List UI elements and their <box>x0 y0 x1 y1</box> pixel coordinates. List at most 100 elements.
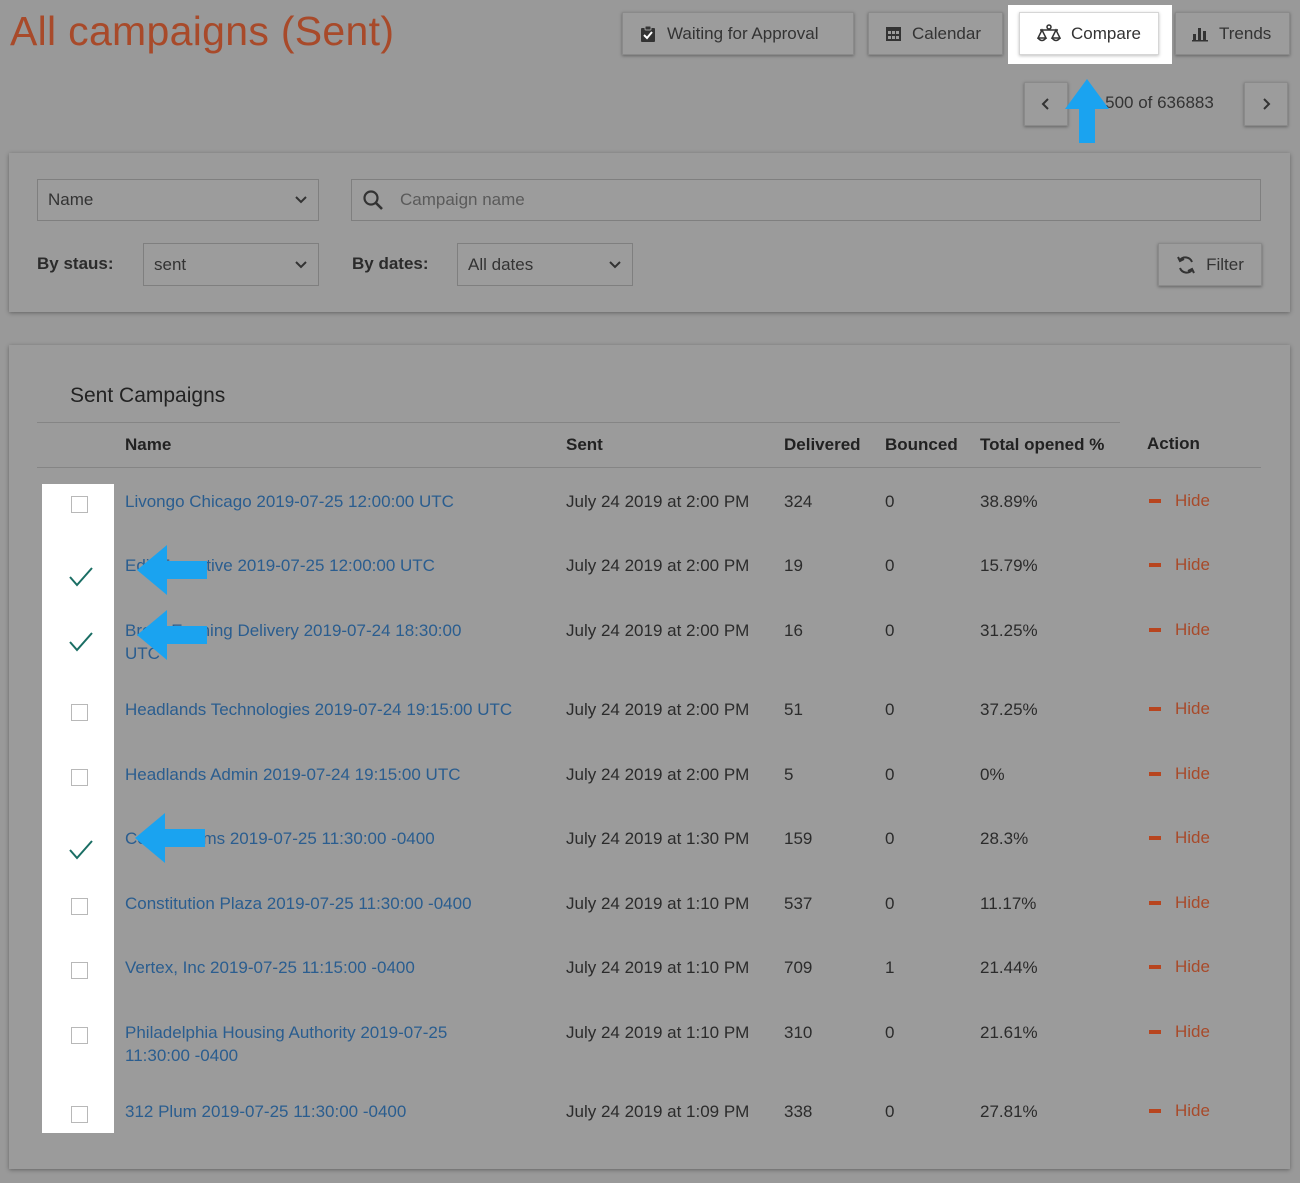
bounced-count: 0 <box>885 1102 895 1121</box>
status-select[interactable]: sent <box>143 243 319 286</box>
field-select-value: Name <box>48 190 94 209</box>
campaign-name-link[interactable]: 312 Plum 2019-07-25 11:30:00 -0400 <box>125 1100 545 1123</box>
row-checkbox[interactable] <box>71 1106 88 1123</box>
hide-button[interactable]: Hide <box>1149 957 1210 977</box>
opened-percent: 37.25% <box>980 700 1038 719</box>
chevron-down-icon <box>295 196 307 204</box>
sent-date: July 24 2019 at 1:10 PM <box>566 1023 750 1042</box>
campaign-name-line1: Headlands Technologies 2019-07-24 19:15:… <box>125 700 513 719</box>
filter-button[interactable]: Filter <box>1158 243 1262 286</box>
annotation-arrow-left <box>137 545 207 595</box>
checked-icon[interactable] <box>68 839 94 861</box>
sent-date: July 24 2019 at 2:00 PM <box>566 700 750 719</box>
bounced-count: 0 <box>885 621 895 640</box>
compare-label: Compare <box>1071 23 1141 43</box>
pager-prev-button[interactable] <box>1024 82 1068 126</box>
minus-icon <box>1149 772 1161 776</box>
delivered-count: 159 <box>784 829 813 848</box>
sent-date: July 24 2019 at 2:00 PM <box>566 556 750 575</box>
hide-button[interactable]: Hide <box>1149 764 1210 784</box>
campaign-name-link[interactable]: Headlands Technologies 2019-07-24 19:15:… <box>125 698 545 721</box>
pager-next-button[interactable] <box>1244 82 1288 126</box>
waiting-for-approval-button[interactable]: Waiting for Approval <box>622 12 854 55</box>
dates-label: By dates: <box>352 254 429 273</box>
delivered-count: 338 <box>784 1102 813 1121</box>
minus-icon <box>1149 1030 1161 1034</box>
row-checkbox[interactable] <box>71 898 88 915</box>
col-header-name: Name <box>125 435 172 454</box>
col-header-opened: Total opened % <box>980 435 1105 454</box>
calendar-button[interactable]: Calendar <box>868 12 1003 55</box>
minus-icon <box>1149 1109 1161 1113</box>
compare-button[interactable]: Compare <box>1019 12 1159 55</box>
minus-icon <box>1149 965 1161 969</box>
delivered-count: 537 <box>784 894 813 913</box>
dates-select-value: All dates <box>468 254 534 274</box>
col-header-sent: Sent <box>566 435 603 454</box>
minus-icon <box>1149 499 1161 503</box>
bounced-count: 0 <box>885 894 895 913</box>
campaign-name-link[interactable]: Constitution Plaza 2019-07-25 11:30:00 -… <box>125 892 545 915</box>
dates-select[interactable]: All dates <box>457 243 633 286</box>
delivered-count: 709 <box>784 958 813 977</box>
status-select-value: sent <box>154 254 187 274</box>
field-select[interactable]: Name <box>37 179 319 221</box>
hide-button[interactable]: Hide <box>1149 893 1210 913</box>
sent-date: July 24 2019 at 1:30 PM <box>566 829 750 848</box>
campaign-name-line1: Headlands Admin 2019-07-24 19:15:00 UTC <box>125 765 461 784</box>
bounced-count: 0 <box>885 829 895 848</box>
minus-icon <box>1149 901 1161 905</box>
calendar-icon <box>886 27 901 41</box>
row-checkbox[interactable] <box>71 962 88 979</box>
hide-label: Hide <box>1175 1022 1210 1041</box>
bounced-count: 0 <box>885 1023 895 1042</box>
hide-label: Hide <box>1175 957 1210 976</box>
hide-label: Hide <box>1175 491 1210 510</box>
sent-date: July 24 2019 at 2:00 PM <box>566 621 750 640</box>
campaign-name-line1: Constitution Plaza 2019-07-25 11:30:00 -… <box>125 894 472 913</box>
campaign-search[interactable] <box>351 179 1261 221</box>
checked-icon[interactable] <box>68 631 94 653</box>
col-header-action: Action <box>1147 434 1200 453</box>
sent-date: July 24 2019 at 1:09 PM <box>566 1102 750 1121</box>
campaign-name-link[interactable]: Vertex, Inc 2019-07-25 11:15:00 -0400 <box>125 956 545 979</box>
opened-percent: 11.17% <box>980 894 1037 913</box>
calendar-label: Calendar <box>912 23 981 43</box>
search-input[interactable] <box>398 189 1202 211</box>
checked-icon[interactable] <box>68 566 94 588</box>
sent-date: July 24 2019 at 1:10 PM <box>566 958 750 977</box>
hide-button[interactable]: Hide <box>1149 1101 1210 1121</box>
section-divider <box>37 422 1120 423</box>
hide-button[interactable]: Hide <box>1149 491 1210 511</box>
row-checkbox[interactable] <box>71 1027 88 1044</box>
bounced-count: 1 <box>885 958 895 977</box>
campaign-name-link[interactable]: Livongo Chicago 2019-07-25 12:00:00 UTC <box>125 490 545 513</box>
hide-label: Hide <box>1175 828 1210 847</box>
campaign-name-link[interactable]: Philadelphia Housing Authority 2019-07-2… <box>125 1021 545 1067</box>
row-checkbox[interactable] <box>71 704 88 721</box>
hide-label: Hide <box>1175 699 1210 718</box>
opened-percent: 38.89% <box>980 492 1038 511</box>
row-checkbox[interactable] <box>71 769 88 786</box>
col-header-bounced: Bounced <box>885 435 958 454</box>
hide-button[interactable]: Hide <box>1149 699 1210 719</box>
hide-button[interactable]: Hide <box>1149 620 1210 640</box>
campaign-name-line1: Livongo Chicago 2019-07-25 12:00:00 UTC <box>125 492 454 511</box>
hide-button[interactable]: Hide <box>1149 1022 1210 1042</box>
annotation-arrow-left <box>135 813 205 863</box>
minus-icon <box>1149 836 1161 840</box>
chevron-left-icon <box>1041 98 1049 110</box>
hide-button[interactable]: Hide <box>1149 828 1210 848</box>
minus-icon <box>1149 707 1161 711</box>
filter-panel <box>9 153 1290 312</box>
chevron-down-icon <box>295 260 307 268</box>
search-icon <box>363 190 383 210</box>
trends-button[interactable]: Trends <box>1175 12 1290 55</box>
opened-percent: 31.25% <box>980 621 1038 640</box>
row-checkbox[interactable] <box>71 496 88 513</box>
campaign-name-link[interactable]: Headlands Admin 2019-07-24 19:15:00 UTC <box>125 763 545 786</box>
hide-label: Hide <box>1175 620 1210 639</box>
chevron-right-icon <box>1263 98 1271 110</box>
clipboard-check-icon <box>641 25 655 42</box>
hide-button[interactable]: Hide <box>1149 555 1210 575</box>
